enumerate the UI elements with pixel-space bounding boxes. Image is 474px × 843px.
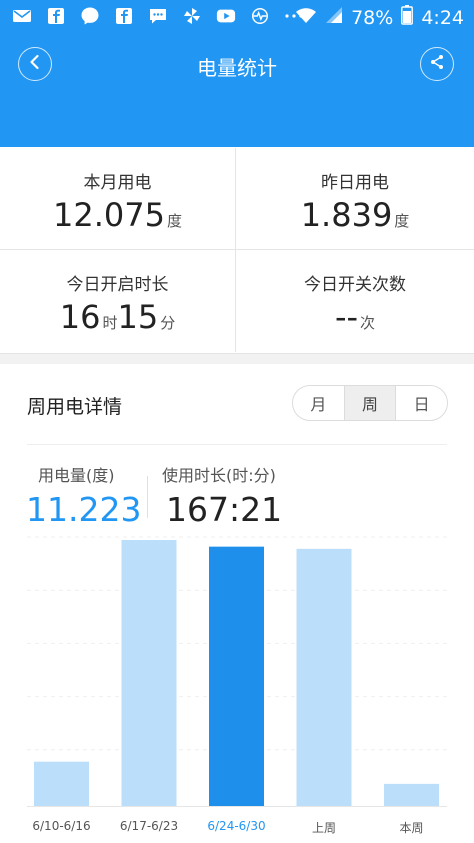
tab-month[interactable]: 月 bbox=[293, 386, 345, 420]
duration-value: 167:21 bbox=[166, 490, 283, 529]
weekly-bar-chart: 6/10-6/16 6/17-6/23 6/24-6/30 上周 本周 bbox=[0, 535, 474, 835]
bar-1[interactable] bbox=[121, 540, 177, 806]
stat-unit: 度 bbox=[166, 212, 182, 230]
bar-4[interactable] bbox=[384, 783, 439, 806]
stat-today-switches: 今日开关次数 -- 次 bbox=[236, 250, 474, 352]
pinwheel-icon bbox=[182, 6, 202, 26]
x-tick-label: 6/24-6/30 bbox=[207, 819, 266, 833]
chart-plot bbox=[27, 536, 447, 807]
stat-value: 12.075 bbox=[53, 196, 165, 234]
pulse-icon bbox=[250, 6, 270, 26]
bar-0[interactable] bbox=[34, 761, 89, 806]
notification-icons bbox=[12, 6, 304, 26]
youtube-icon bbox=[216, 6, 236, 26]
stat-label: 昨日用电 bbox=[321, 173, 389, 193]
share-icon bbox=[429, 54, 445, 74]
stat-value: -- bbox=[334, 298, 359, 336]
stat-yesterday-energy: 昨日用电 1.839 度 bbox=[236, 148, 474, 250]
section-title: 周用电详情 bbox=[27, 396, 123, 418]
signal-icon bbox=[325, 6, 343, 29]
page-title: 电量统计 bbox=[197, 56, 277, 80]
stat-hours-unit: 时 bbox=[102, 314, 118, 332]
stat-value-row: -- 次 bbox=[236, 298, 474, 336]
share-button[interactable] bbox=[420, 47, 454, 81]
facebook-icon bbox=[46, 6, 66, 26]
stat-label: 本月用电 bbox=[83, 173, 152, 193]
messenger-icon bbox=[80, 6, 100, 26]
tab-day[interactable]: 日 bbox=[396, 386, 447, 420]
bar-2[interactable] bbox=[209, 546, 264, 806]
stat-unit: 次 bbox=[360, 314, 376, 332]
x-tick-label: 本周 bbox=[399, 821, 424, 835]
section-gap bbox=[0, 354, 474, 364]
energy-label: 用电量(度) bbox=[38, 466, 115, 485]
battery-icon bbox=[401, 5, 414, 30]
energy-value: 11.223 bbox=[26, 490, 142, 529]
app-header: 电量统计 bbox=[0, 34, 474, 98]
chat-icon bbox=[148, 6, 168, 26]
bar-3[interactable] bbox=[296, 548, 352, 806]
stat-value: 1.839 bbox=[300, 196, 393, 234]
x-tick-label: 6/17-6/23 bbox=[119, 819, 179, 833]
battery-percent: 78% bbox=[351, 6, 394, 29]
stat-value-row: 12.075 度 bbox=[0, 196, 235, 234]
stats-grid: 本月用电 12.075 度 昨日用电 1.839 度 今日开启时长 16 时15 分 今… bbox=[0, 148, 474, 354]
stat-label: 今日开启时长 bbox=[66, 275, 169, 295]
tab-week[interactable]: 周 bbox=[344, 386, 397, 420]
period-switcher: 月 周 日 bbox=[292, 385, 448, 421]
stat-hours: 16 bbox=[59, 298, 101, 336]
stat-unit: 度 bbox=[394, 212, 410, 230]
stat-minutes: 15 bbox=[117, 298, 159, 336]
stat-value-row: 16 时15 分 bbox=[0, 298, 235, 336]
clock-time: 4:24 bbox=[421, 6, 464, 29]
wifi-icon bbox=[295, 6, 317, 29]
x-tick-label: 6/10-6/16 bbox=[32, 819, 91, 833]
x-tick-label: 上周 bbox=[311, 821, 336, 835]
mail-icon bbox=[12, 6, 32, 26]
stat-label: 今日开关次数 bbox=[304, 275, 406, 295]
kpi-divider bbox=[147, 476, 148, 518]
stat-value-row: 1.839 度 bbox=[236, 196, 474, 234]
stat-today-duration: 今日开启时长 16 时15 分 bbox=[0, 250, 236, 352]
duration-label: 使用时长(时:分) bbox=[162, 466, 276, 485]
stat-month-energy: 本月用电 12.075 度 bbox=[0, 148, 236, 250]
stat-minutes-unit: 分 bbox=[160, 314, 176, 332]
status-bar: 78% 4:24 bbox=[0, 0, 474, 34]
facebook-icon bbox=[114, 6, 134, 26]
system-status: 78% 4:24 bbox=[295, 5, 464, 30]
divider bbox=[27, 444, 447, 445]
